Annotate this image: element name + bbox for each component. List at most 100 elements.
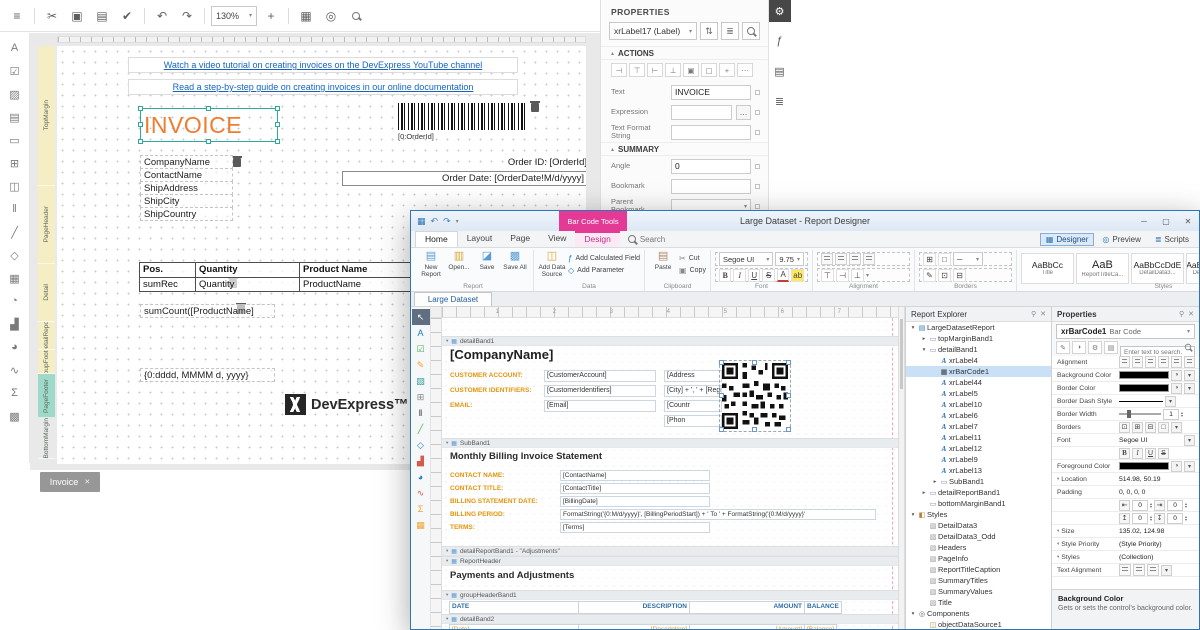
chevron-down-icon[interactable]: ▾ bbox=[1165, 396, 1176, 407]
border-box-icon[interactable]: ⊡ bbox=[1119, 422, 1130, 433]
band-selector[interactable]: TopMargin bbox=[38, 46, 55, 186]
cross-tab-tool-icon[interactable]: ▦ bbox=[412, 517, 430, 533]
sparkline-tool-icon[interactable]: ∿ bbox=[5, 360, 25, 380]
band-selector[interactable]: Detail bbox=[38, 264, 55, 322]
style-card[interactable]: AaBbCcDdEeDetailData3_... bbox=[1186, 253, 1200, 284]
styles-value[interactable]: (Collection) bbox=[1119, 554, 1195, 561]
border-h-icon[interactable]: ⊟ bbox=[953, 269, 966, 282]
contact-row[interactable]: CONTACT TITLE:[ContactTitle] bbox=[450, 483, 876, 494]
add-data-source-button[interactable]: ◫ Add Data Source bbox=[538, 251, 566, 279]
color-picker-icon[interactable]: ◑ bbox=[1171, 461, 1182, 472]
barcode-tool-icon[interactable]: ‖ bbox=[412, 405, 430, 421]
tree-item[interactable]: ▸▭detailReportBand1 bbox=[906, 487, 1051, 498]
resize-handle[interactable] bbox=[206, 106, 211, 111]
chevron-down-icon[interactable]: ▾ bbox=[866, 272, 869, 279]
highlight-color-button[interactable]: ab bbox=[791, 269, 804, 282]
action-icon[interactable]: ⊣ bbox=[611, 63, 627, 77]
picture-tool-icon[interactable]: ▨ bbox=[412, 373, 430, 389]
label-tool-icon[interactable]: A bbox=[412, 325, 430, 341]
style-card[interactable]: AaBbCcTitle bbox=[1021, 253, 1074, 284]
text-property-input[interactable]: INVOICE bbox=[671, 85, 751, 100]
action-icon[interactable]: ▣ bbox=[683, 63, 699, 77]
spinner[interactable]: ▴▾ bbox=[1150, 502, 1152, 508]
resize-handle[interactable] bbox=[719, 393, 724, 398]
resize-handle[interactable] bbox=[275, 122, 280, 127]
copy-button[interactable]: ▣Copy bbox=[679, 266, 706, 275]
align-right-icon[interactable] bbox=[849, 253, 861, 265]
chevron-down-icon[interactable]: ▾ bbox=[1184, 383, 1195, 394]
spinner[interactable]: ▴▾ bbox=[1185, 515, 1187, 521]
font-color-button[interactable]: A bbox=[777, 269, 790, 282]
align-right-icon[interactable] bbox=[1147, 564, 1159, 576]
summary-section-header[interactable]: ▴ SUMMARY bbox=[601, 142, 768, 156]
style-priority-value[interactable]: (Style Priority) bbox=[1119, 541, 1195, 548]
table-tool-icon[interactable]: ⊞ bbox=[5, 153, 25, 173]
tree-item[interactable]: ◫objectDataSource1 bbox=[906, 619, 1051, 629]
font-size-select[interactable]: 9.75▾ bbox=[775, 252, 804, 266]
align-middle-icon[interactable] bbox=[1171, 356, 1182, 368]
header-cell[interactable]: DESCRIPTION bbox=[578, 601, 690, 614]
statement-title-label[interactable]: Monthly Billing Invoice Statement bbox=[450, 451, 602, 462]
band-header-detailBand2[interactable]: ▾▦ detailBand2 bbox=[442, 614, 898, 624]
tutorial-link[interactable]: Watch a video tutorial on creating invoi… bbox=[128, 57, 518, 73]
band-selector[interactable]: PageHeader bbox=[38, 186, 55, 264]
gauge-tool-icon[interactable]: ◕ bbox=[412, 469, 430, 485]
contact-row[interactable]: BILLING PERIOD:FormatString('{0:M/d/yyyy… bbox=[450, 509, 876, 520]
border-color-pencil-icon[interactable]: ✎ bbox=[923, 269, 936, 282]
close-icon[interactable]: ✕ bbox=[84, 478, 90, 486]
band-header-groupHeaderBand1[interactable]: ▾▦ groupHeaderBand1 bbox=[442, 590, 898, 600]
padding-value[interactable]: 0, 0, 0, 0 bbox=[1119, 489, 1195, 496]
spinner[interactable]: ▴▾ bbox=[1150, 515, 1152, 521]
tree-item[interactable]: AxrLabel7 bbox=[906, 421, 1051, 432]
band-selector[interactable]: BottomMargin bbox=[38, 418, 55, 459]
field-cell[interactable]: ShipCity bbox=[140, 194, 233, 208]
band-selector[interactable]: DetailReport bbox=[38, 322, 55, 350]
tree-item[interactable]: AxrLabel13 bbox=[906, 465, 1051, 476]
tree-item[interactable]: ▧DetailData3_Odd bbox=[906, 531, 1051, 542]
bold-button[interactable]: B bbox=[1119, 448, 1130, 459]
order-barcode[interactable] bbox=[398, 103, 528, 130]
scrollbar-thumb[interactable] bbox=[900, 319, 903, 389]
align-center-icon[interactable] bbox=[1132, 356, 1143, 368]
undo-icon[interactable]: ↶ bbox=[431, 216, 439, 227]
font-value[interactable]: Segoe UI bbox=[1119, 437, 1182, 444]
minimize-button[interactable]: ─ bbox=[1133, 211, 1155, 231]
band-header-detailReportBand1[interactable]: ▾▦ detailReportBand1 - "Adjustments" bbox=[442, 546, 898, 556]
title-bar[interactable]: ▦ ↶ ↷ ▾ Bar Code Tools Large Dataset - R… bbox=[411, 211, 1199, 231]
info-row[interactable]: CUSTOMER IDENTIFIERS:[CustomerIdentifier… bbox=[450, 385, 656, 397]
close-icon[interactable]: ✕ bbox=[1188, 310, 1194, 318]
tree-item[interactable]: AxrLabel6 bbox=[906, 410, 1051, 421]
chevron-down-icon[interactable]: ▾ bbox=[1161, 565, 1172, 576]
rich-text-tool-icon[interactable]: ✎ bbox=[412, 357, 430, 373]
barcode-qr-control[interactable] bbox=[722, 363, 788, 429]
tree-item[interactable]: ▭bottomMarginBand1 bbox=[906, 498, 1051, 509]
zoom-select[interactable]: 130% ▾ bbox=[211, 6, 257, 26]
save-button[interactable]: ◪Save bbox=[473, 251, 501, 279]
tree-item[interactable]: ▾▭detailBand1 bbox=[906, 344, 1051, 355]
tree-item[interactable]: ▾▤LargeDatasetReport bbox=[906, 322, 1051, 333]
scripts-view-button[interactable]: ≣Scripts bbox=[1149, 233, 1195, 246]
sum-count-label[interactable]: sumCount([ProductName] bbox=[140, 304, 275, 318]
gear-icon[interactable]: ⚙ bbox=[769, 0, 791, 22]
new-report-button[interactable]: ▤New Report bbox=[417, 251, 445, 279]
style-card[interactable]: AaBbCcDdEDetailData3... bbox=[1131, 253, 1184, 284]
redo-icon[interactable]: ↷ bbox=[176, 5, 198, 27]
resize-handle[interactable] bbox=[786, 360, 791, 365]
search-icon[interactable] bbox=[345, 5, 367, 27]
cut-button[interactable]: ✂Cut bbox=[679, 254, 706, 263]
preview-icon[interactable]: ◎ bbox=[320, 5, 342, 27]
chevron-down-icon[interactable]: ▾ bbox=[1171, 422, 1182, 433]
field-cell[interactable]: ShipAddress bbox=[140, 181, 233, 195]
bookmark-property-input[interactable] bbox=[671, 179, 751, 194]
selected-control-select[interactable]: xrLabel17 (Label) ▾ bbox=[609, 22, 697, 40]
actions-section-header[interactable]: ▴ ACTIONS bbox=[601, 46, 768, 60]
pin-icon[interactable]: ⚲ bbox=[1031, 310, 1036, 318]
italic-button[interactable]: I bbox=[733, 269, 746, 282]
expression-editor-button[interactable]: … bbox=[736, 105, 751, 120]
pencil-icon[interactable]: ✎ bbox=[1056, 341, 1070, 354]
address-cell[interactable]: [City] + ', ' + [Region bbox=[664, 385, 722, 397]
pointer-tool-icon[interactable]: ↖ bbox=[412, 309, 430, 325]
chevron-down-icon[interactable]: ▾ bbox=[1184, 435, 1195, 446]
picture-tool-icon[interactable]: ▨ bbox=[5, 84, 25, 104]
shape-tool-icon[interactable]: ◇ bbox=[5, 245, 25, 265]
